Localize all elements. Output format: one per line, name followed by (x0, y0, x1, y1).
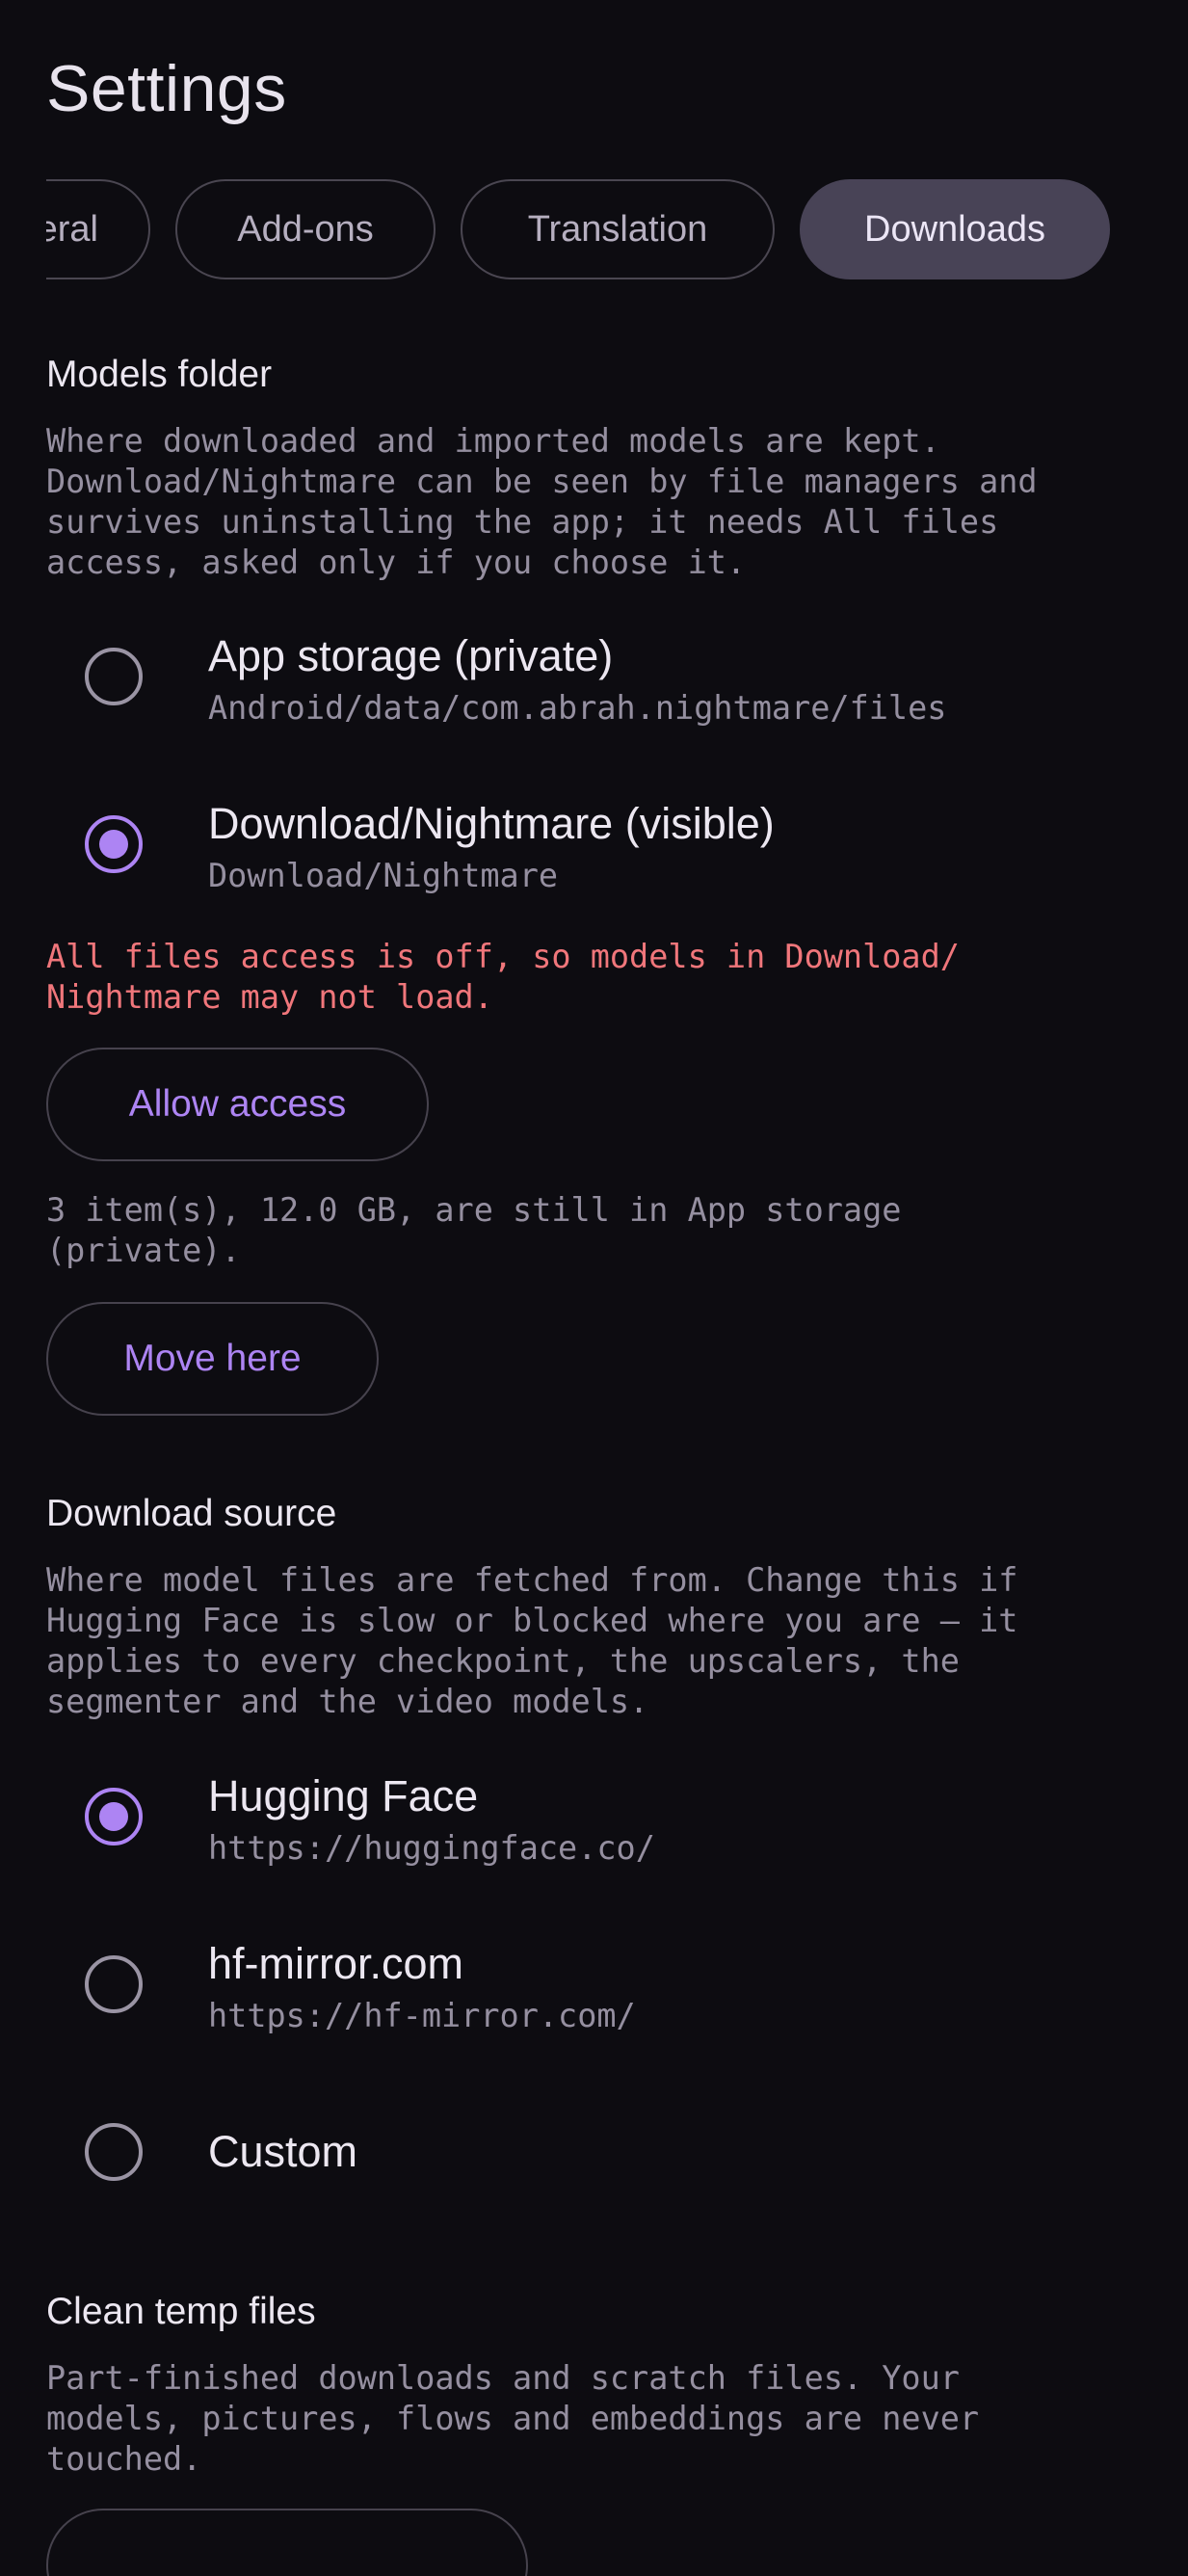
clean-temp-heading: Clean temp files (46, 2291, 316, 2332)
settings-screen: Settings neral Add-ons Translation Downl… (0, 0, 1188, 2576)
option-download-nightmare-label: Download/Nightmare (visible) (208, 799, 775, 848)
radio-custom[interactable] (85, 2123, 143, 2181)
radio-hf-mirror[interactable] (85, 1955, 143, 2013)
option-hugging-face-url: https://huggingface.co/ (208, 1829, 655, 1867)
option-app-storage[interactable]: App storage (private) Android/data/com.a… (46, 602, 1145, 747)
radio-app-storage[interactable] (85, 648, 143, 705)
option-custom-label: Custom (208, 2127, 358, 2176)
option-hugging-face-label: Hugging Face (208, 1771, 479, 1820)
option-download-nightmare-path: Download/Nightmare (208, 857, 559, 894)
tab-general[interactable]: neral (46, 179, 150, 279)
remaining-items-note: 3 item(s), 12.0 GB, are still in App sto… (46, 1191, 902, 1269)
option-hugging-face[interactable]: Hugging Face https://huggingface.co/ (46, 1742, 1145, 1887)
option-custom[interactable]: Custom (46, 2078, 1145, 2222)
page-title: Settings (46, 52, 287, 125)
clean-temp-button[interactable] (46, 2509, 528, 2576)
tab-downloads[interactable]: Downloads (800, 179, 1110, 279)
settings-tabs: neral Add-ons Translation Downloads (46, 179, 1188, 283)
clean-temp-description: Part-finished downloads and scratch file… (46, 2359, 980, 2478)
option-download-nightmare[interactable]: Download/Nightmare (visible) Download/Ni… (46, 770, 1145, 915)
option-app-storage-label: App storage (private) (208, 631, 614, 680)
tab-add-ons[interactable]: Add-ons (175, 179, 436, 279)
all-files-access-warning: All files access is off, so models in Do… (46, 938, 960, 1016)
models-folder-heading: Models folder (46, 354, 273, 395)
models-folder-description: Where downloaded and imported models are… (46, 422, 1038, 581)
option-hf-mirror-url: https://hf-mirror.com/ (208, 1997, 636, 2034)
radio-hugging-face[interactable] (85, 1788, 143, 1846)
allow-access-button[interactable]: Allow access (46, 1048, 429, 1161)
download-source-heading: Download source (46, 1493, 337, 1534)
option-hf-mirror[interactable]: hf-mirror.com https://hf-mirror.com/ (46, 1910, 1145, 2055)
move-here-button[interactable]: Move here (46, 1302, 379, 1416)
tab-translation[interactable]: Translation (461, 179, 775, 279)
radio-download-nightmare[interactable] (85, 815, 143, 873)
option-app-storage-path: Android/data/com.abrah.nightmare/files (208, 689, 947, 727)
option-hf-mirror-label: hf-mirror.com (208, 1939, 464, 1988)
download-source-description: Where model files are fetched from. Chan… (46, 1561, 1018, 1720)
